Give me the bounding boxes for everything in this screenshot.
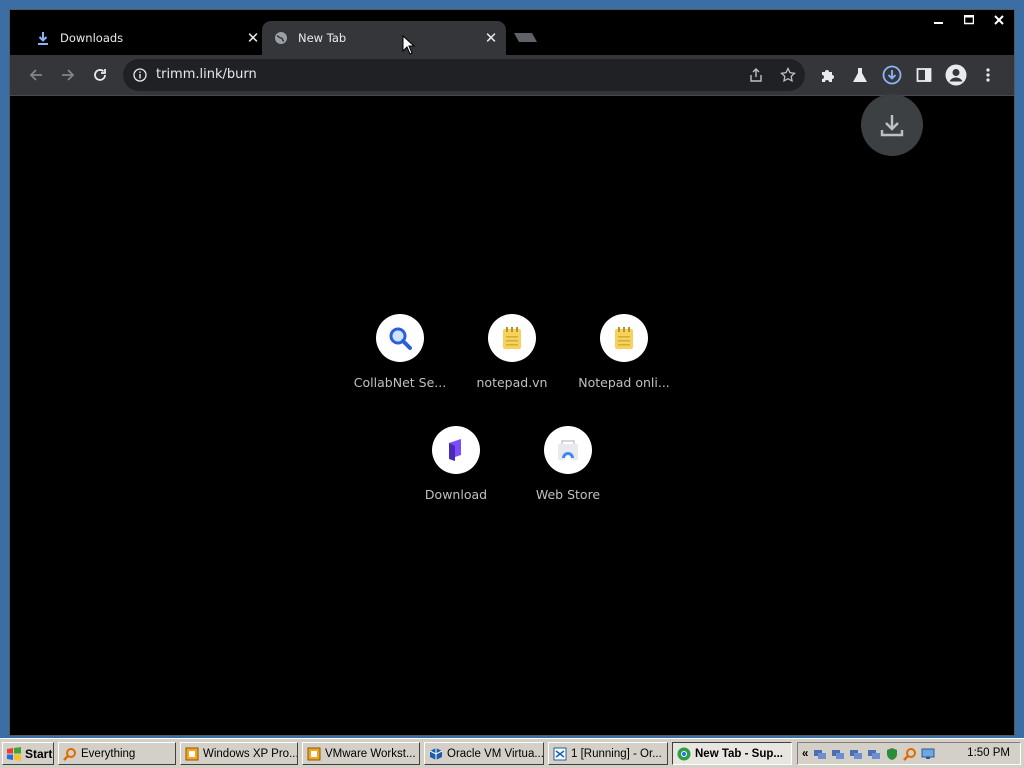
info-icon[interactable] [130,65,150,85]
minimize-icon [934,22,943,24]
vm-icon [307,747,321,760]
download-bubble[interactable] [861,94,923,156]
kebab-menu-icon[interactable] [976,63,1000,87]
web-store-icon [544,426,592,474]
share-icon[interactable] [746,65,766,85]
task-label: New Tab - Sup... [695,747,783,760]
arrow-left-icon [29,69,42,81]
shortcut-title: notepad.vn [476,375,548,390]
maximize-icon [964,15,974,25]
close-icon [994,15,1004,25]
reload-button[interactable] [88,63,112,87]
chevron-left-icon[interactable]: « [802,748,808,760]
shortcut-web-store[interactable]: Web Store [512,426,624,526]
shortcut-title: CollabNet Se... [353,375,447,390]
cursor-icon [402,35,416,55]
globe-icon [274,31,288,45]
toolbar: trimm.link/burn [10,55,1014,95]
task-label: VMware Workst... [325,747,416,760]
profile-icon[interactable] [944,63,968,87]
task-everything[interactable]: Everything [58,742,176,765]
vm-window-icon [553,747,567,760]
flask-icon[interactable] [848,63,872,87]
new-tab-button[interactable] [510,27,540,49]
magnifier-icon [376,314,424,362]
download-circle-icon[interactable] [880,63,904,87]
task-label: Windows XP Pro... [203,747,298,760]
shortcut-title: Notepad onli... [578,375,670,390]
chrome-icon [677,747,691,760]
tab-strip: Downloads ✕ New Tab ✕ [10,10,1014,55]
star-icon[interactable] [778,65,798,85]
download-icon [36,31,50,45]
clock[interactable]: 1:50 PM [967,747,1010,759]
notepad-icon [488,314,536,362]
task-vmware[interactable]: VMware Workst... [302,742,420,765]
network-icon[interactable] [831,747,845,761]
close-icon[interactable]: ✕ [482,29,500,47]
task-windows-xp[interactable]: Windows XP Pro... [180,742,298,765]
shortcut-download[interactable]: Download [400,426,512,526]
network-icon[interactable] [849,747,863,761]
start-label: Start [25,746,53,761]
side-panel-icon[interactable] [912,63,936,87]
tab-label: Downloads [60,31,124,45]
minimize-button[interactable] [924,10,954,30]
network-icon[interactable] [813,747,827,761]
task-label: Everything [81,747,136,760]
start-button[interactable]: Start [2,742,54,765]
window-controls [924,10,1014,30]
browser-window: Downloads ✕ New Tab ✕ trimm.link/burn Co… [9,9,1015,736]
task-running-vm[interactable]: 1 [Running] - Or... [548,742,668,765]
puzzle-icon[interactable] [816,63,840,87]
download-icon [880,115,904,137]
back-button[interactable] [24,63,48,87]
search-icon [63,747,76,761]
notepad-icon [600,314,648,362]
windows-logo-icon [7,746,21,761]
tab-label: New Tab [298,31,347,45]
taskbar: Start Everything Windows XP Pro... VMwar… [0,738,1024,768]
task-label: Oracle VM Virtua... [447,747,544,760]
close-window-button[interactable] [984,10,1014,30]
task-new-tab[interactable]: New Tab - Sup... [672,742,792,765]
tab-new-tab[interactable]: New Tab ✕ [262,21,506,55]
security-icon[interactable] [885,747,899,761]
shortcut-title: Web Store [535,487,601,502]
reload-icon [94,69,106,81]
vm-icon [185,747,199,760]
task-oracle-vm[interactable]: Oracle VM Virtua... [424,742,544,765]
system-tray: « 1:50 PM [797,742,1021,765]
address-text[interactable]: trimm.link/burn [156,67,257,82]
task-label: 1 [Running] - Or... [571,747,662,760]
address-bar[interactable]: trimm.link/burn [123,59,805,91]
display-icon[interactable] [921,747,935,761]
shortcut-title: Download [424,487,488,502]
close-icon[interactable]: ✕ [244,29,262,47]
tab-downloads[interactable]: Downloads ✕ [24,21,268,55]
purple-logo-icon [432,426,480,474]
maximize-button[interactable] [954,10,984,30]
shortcut-notepad-online[interactable]: Notepad onli... [568,314,680,414]
shortcut-collabnet[interactable]: CollabNet Se... [344,314,456,414]
virtualbox-icon [429,747,443,760]
network-icon[interactable] [867,747,881,761]
arrow-right-icon [62,69,75,81]
forward-button[interactable] [56,63,80,87]
search-icon[interactable] [903,747,917,761]
toolbar-divider [10,95,1014,96]
shortcut-notepad-vn[interactable]: notepad.vn [456,314,568,414]
